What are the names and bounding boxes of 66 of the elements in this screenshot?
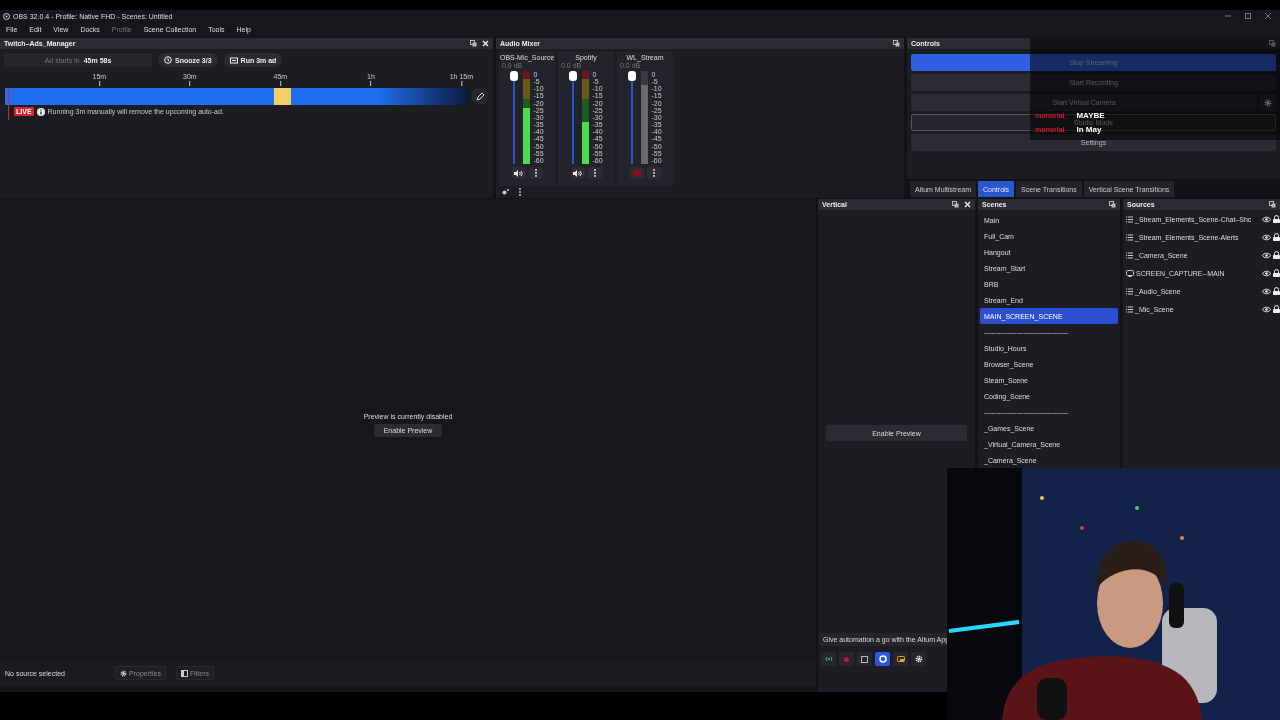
float-icon[interactable] (470, 40, 477, 47)
mute-button[interactable] (570, 167, 585, 179)
speaker-icon (573, 169, 582, 177)
list-icon (1126, 287, 1133, 295)
toolbar-button[interactable] (893, 652, 908, 666)
filter-icon (180, 669, 188, 677)
ad-icon (229, 56, 238, 64)
settings-icon (1263, 98, 1272, 107)
toolbar-button[interactable] (911, 652, 926, 666)
eye-icon[interactable] (1262, 251, 1271, 259)
list-icon (1126, 251, 1133, 259)
lock-icon[interactable] (1273, 305, 1280, 313)
edit-button[interactable] (471, 88, 489, 105)
speaker-icon (514, 169, 523, 177)
eye-icon[interactable] (1262, 305, 1271, 313)
lock-icon[interactable] (1273, 251, 1280, 259)
float-icon[interactable] (1269, 201, 1276, 208)
list-icon (1126, 215, 1133, 223)
slider-thumb[interactable] (510, 71, 519, 81)
settings-icon[interactable] (502, 189, 509, 195)
maximize-icon[interactable] (1245, 13, 1251, 19)
lock-icon[interactable] (1273, 287, 1280, 295)
volume-slider[interactable] (628, 71, 637, 164)
volume-slider[interactable] (569, 71, 578, 164)
eye-icon[interactable] (1262, 287, 1271, 295)
ring-icon (878, 655, 887, 663)
monitor-icon (1126, 269, 1134, 277)
record-icon (844, 656, 849, 662)
more-button[interactable] (646, 167, 661, 179)
chat-message: MAYBE (1076, 111, 1105, 120)
list-icon (1126, 305, 1133, 313)
now-marker (8, 88, 9, 120)
lock-icon[interactable] (1273, 269, 1280, 277)
float-icon[interactable] (893, 40, 900, 47)
slider-thumb[interactable] (569, 71, 578, 81)
toolbar-button[interactable] (857, 652, 872, 666)
app-logo-icon (3, 12, 10, 20)
more-icon (652, 169, 655, 177)
eye-icon[interactable] (1262, 233, 1271, 241)
lock-icon[interactable] (1273, 215, 1280, 223)
more-button[interactable] (587, 167, 602, 179)
camera-icon (896, 655, 905, 663)
muted-icon (632, 170, 641, 176)
float-icon[interactable] (952, 201, 959, 208)
square-icon (861, 655, 868, 663)
info-icon (36, 107, 45, 116)
more-icon (593, 169, 596, 177)
settings-button[interactable] (1259, 94, 1276, 111)
gear-icon (120, 669, 127, 677)
chat-message: In May (1076, 125, 1102, 134)
more-icon (534, 169, 537, 177)
clock-icon (164, 56, 172, 64)
eye-icon[interactable] (1262, 269, 1271, 277)
more-button[interactable] (528, 167, 543, 179)
ad-marker (274, 88, 292, 105)
pencil-icon (476, 92, 484, 101)
slider-thumb[interactable] (628, 71, 637, 81)
broadcast-icon (824, 656, 833, 662)
toolbar-button[interactable] (875, 652, 890, 666)
float-icon[interactable] (1109, 201, 1116, 208)
volume-slider[interactable] (510, 71, 519, 164)
eye-icon[interactable] (1262, 215, 1271, 223)
mute-button[interactable] (511, 167, 526, 179)
lock-icon[interactable] (1273, 233, 1280, 241)
settings-icon (914, 655, 923, 663)
list-icon (1126, 233, 1133, 241)
